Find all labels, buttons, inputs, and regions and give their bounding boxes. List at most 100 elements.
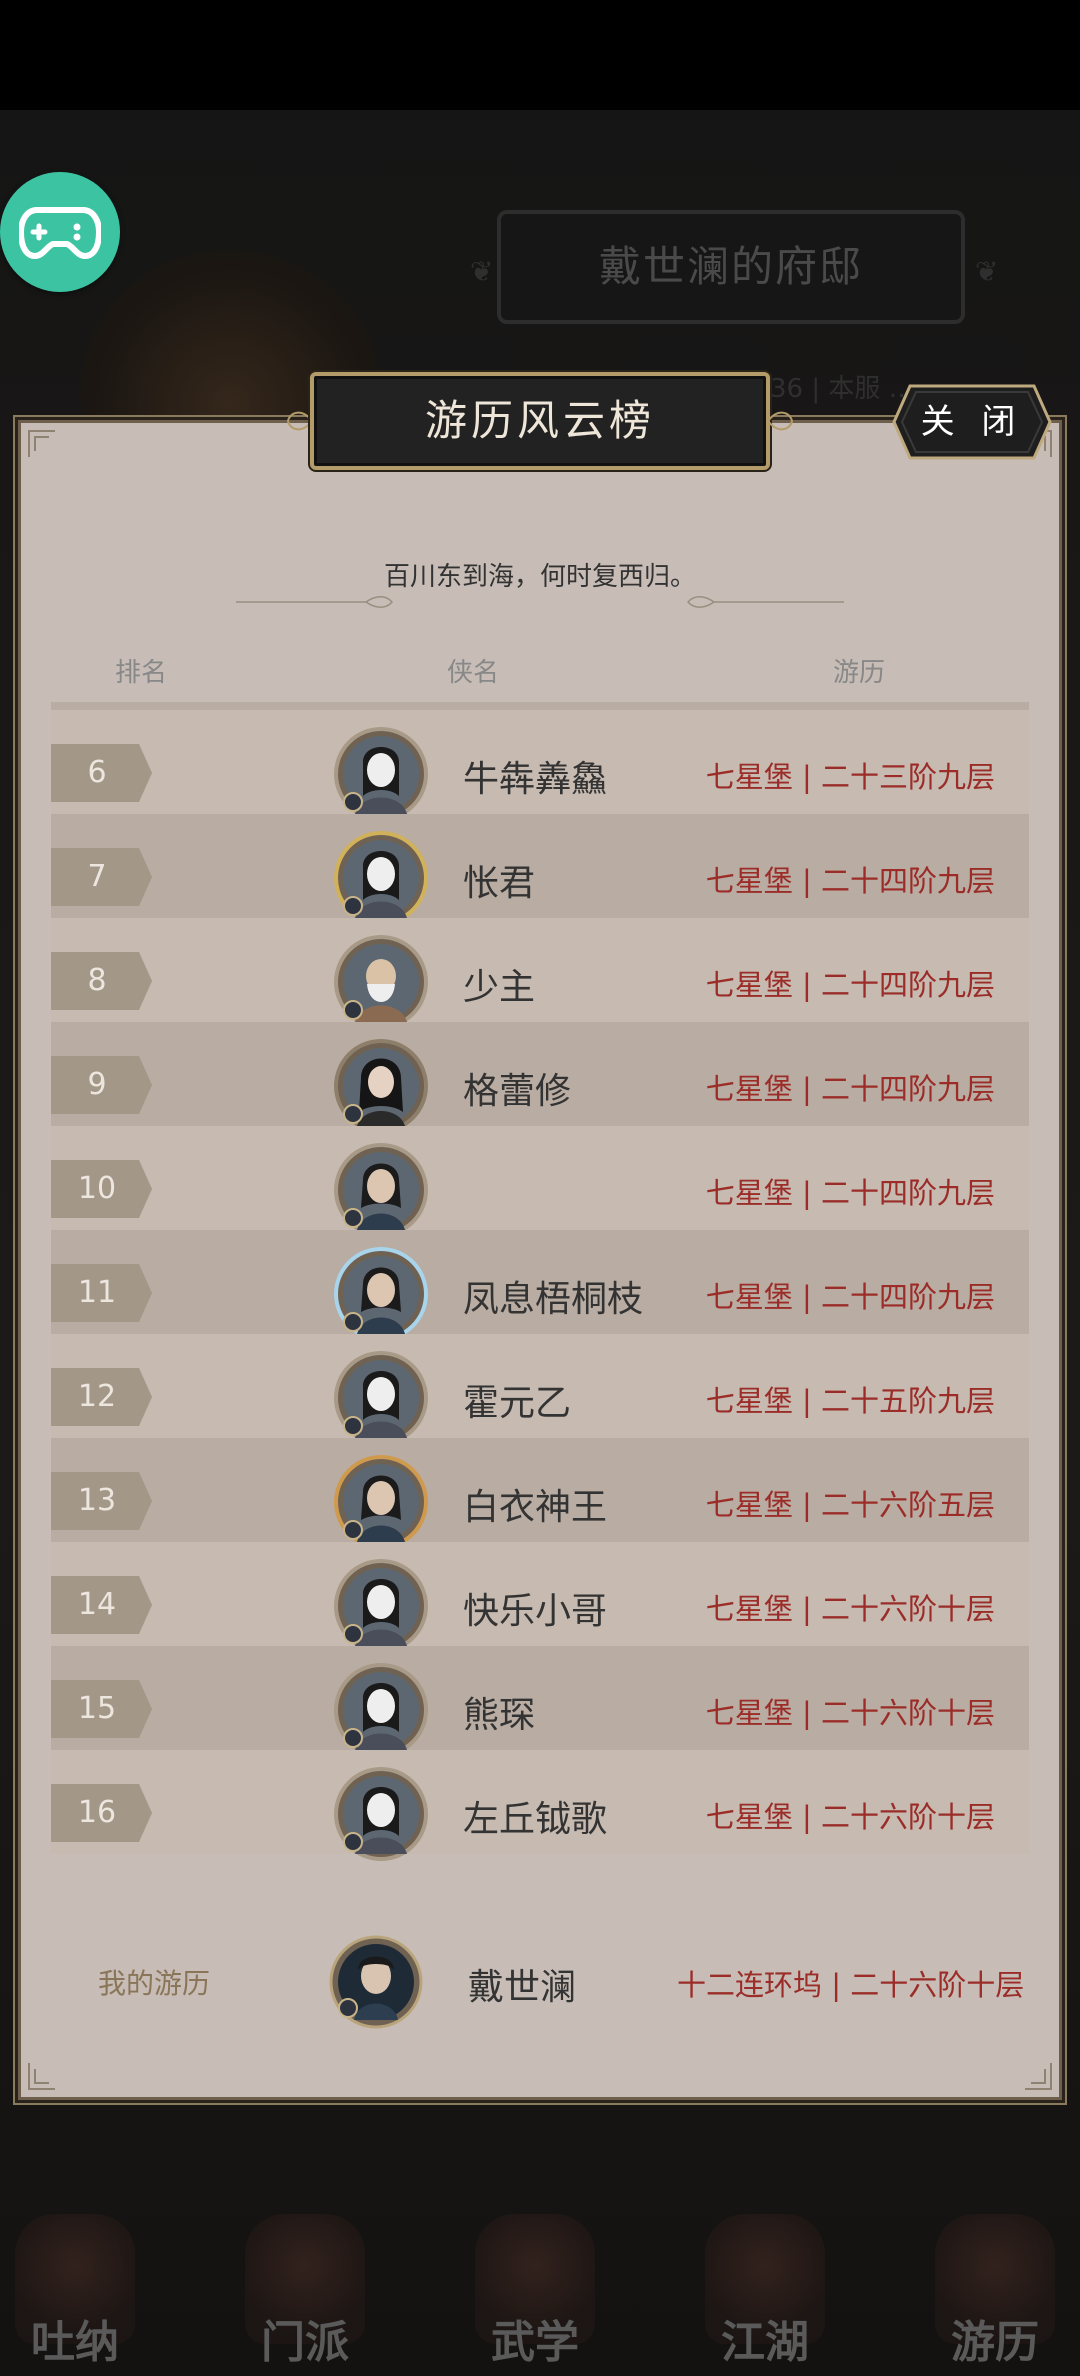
rank-tag: 13 [51, 1472, 152, 1530]
masked-avatar-gold-frame-icon[interactable] [333, 830, 429, 926]
rank-number: 10 [77, 1171, 117, 1206]
player-name: 凤息梧桐枝 [463, 1279, 644, 1320]
close-button-label: 关 闭 [920, 402, 1024, 442]
player-name: 格蕾修 [463, 1071, 572, 1112]
swordsman-ice-frame-avatar-icon[interactable] [333, 1246, 429, 1342]
masked-avatar-icon[interactable] [333, 726, 429, 822]
nav-label: 吐纳 [31, 2317, 119, 2368]
player-name: 快乐小哥 [463, 1591, 608, 1632]
close-button[interactable]: 关 闭 [892, 382, 1052, 462]
travel-progress: 七星堡 | 二十四阶九层 [705, 968, 995, 1002]
divider-ornament-right-icon [687, 596, 844, 608]
player-name: 怅君 [463, 863, 536, 904]
nav-label: 游历 [951, 2317, 1039, 2368]
rank-number: 16 [77, 1795, 117, 1830]
swordsman-avatar-icon[interactable] [333, 1142, 429, 1238]
nav-item-martial[interactable]: 武学 [460, 2196, 610, 2376]
masked-avatar-icon[interactable] [333, 1350, 429, 1446]
rank-tag: 11 [51, 1264, 152, 1322]
my-travel-label: 我的游历 [98, 1967, 211, 2000]
rank-tag: 7 [51, 848, 152, 906]
rank-number: 15 [77, 1691, 117, 1726]
corner-ornament-icon [1021, 2059, 1055, 2093]
player-name: 少主 [463, 967, 536, 1008]
table-row[interactable]: 6 牛犇羴鱻 七星堡 | 二十三阶九层 [51, 710, 1029, 821]
table-row-partial [51, 702, 1029, 710]
title-wing-right-icon: ❦ [975, 255, 999, 288]
my-name: 戴世澜 [468, 1967, 577, 2008]
nav-item-travel[interactable]: 游历 [920, 2196, 1070, 2376]
masked-avatar-icon[interactable] [333, 1766, 429, 1862]
gamepad-icon [19, 207, 101, 259]
old-man-avatar-icon[interactable] [333, 934, 429, 1030]
table-row[interactable]: 8 少主 七星堡 | 二十四阶九层 [51, 918, 1029, 1029]
table-row[interactable]: 15 熊琛 七星堡 | 二十六阶十层 [51, 1646, 1029, 1757]
nav-item-tuna[interactable]: 吐纳 [0, 2196, 150, 2376]
my-travel-progress: 十二连环坞 | 二十六阶十层 [677, 1968, 1025, 2002]
nav-label: 门派 [261, 2317, 349, 2368]
travel-progress: 七星堡 | 二十五阶九层 [705, 1384, 995, 1418]
player-name: 霍元乙 [463, 1383, 572, 1424]
table-row[interactable]: 11 凤息梧桐枝 七星堡 | 二十四阶九层 [51, 1230, 1029, 1341]
rank-tag: 16 [51, 1784, 152, 1842]
modal-title: 游历风云榜 [424, 396, 655, 445]
table-row[interactable]: 16 左丘钺歌 七星堡 | 二十六阶十层 [51, 1750, 1029, 1861]
travel-progress: 七星堡 | 二十四阶九层 [705, 1176, 995, 1210]
masked-avatar-icon[interactable] [333, 1558, 429, 1654]
gamepad-button[interactable] [0, 172, 120, 292]
table-row[interactable]: 10 七星堡 | 二十四阶九层 [51, 1126, 1029, 1237]
table-row[interactable]: 12 霍元乙 七星堡 | 二十五阶九层 [51, 1334, 1029, 1445]
nav-item-sect[interactable]: 门派 [230, 2196, 380, 2376]
nav-label: 武学 [491, 2317, 579, 2368]
rank-number: 11 [77, 1275, 117, 1310]
masked-avatar-icon[interactable] [333, 1662, 429, 1758]
mansion-title: 戴世澜的府邸 [497, 210, 965, 324]
travel-progress: 七星堡 | 二十三阶九层 [705, 760, 995, 794]
header-name: 侠名 [447, 658, 500, 688]
travel-progress: 七星堡 | 二十六阶五层 [705, 1488, 995, 1522]
table-row[interactable]: 13 白衣神王 七星堡 | 二十六阶五层 [51, 1438, 1029, 1549]
female-avatar-icon[interactable] [333, 1038, 429, 1134]
rank-number: 12 [77, 1379, 117, 1414]
travel-progress: 七星堡 | 二十四阶九层 [705, 864, 995, 898]
table-row[interactable]: 7 怅君 七星堡 | 二十四阶九层 [51, 814, 1029, 925]
player-name: 牛犇羴鱻 [463, 759, 608, 800]
table-row[interactable]: 14 快乐小哥 七星堡 | 二十六阶十层 [51, 1542, 1029, 1653]
divider-ornament-left-icon [236, 596, 393, 608]
rank-tag: 9 [51, 1056, 152, 1114]
header-travel: 游历 [833, 658, 886, 688]
rank-number: 13 [77, 1483, 117, 1518]
travel-progress: 七星堡 | 二十六阶十层 [705, 1696, 995, 1730]
rank-number: 8 [87, 963, 107, 998]
rank-number: 7 [87, 859, 107, 894]
rank-tag: 12 [51, 1368, 152, 1426]
player-name: 左丘钺歌 [463, 1799, 608, 1840]
rank-tag: 10 [51, 1160, 152, 1218]
title-ornament-right-icon [766, 411, 794, 431]
corner-ornament-icon [25, 427, 59, 461]
my-avatar-icon[interactable] [328, 1934, 424, 2030]
travel-progress: 七星堡 | 二十六阶十层 [705, 1592, 995, 1626]
rank-tag: 6 [51, 744, 152, 802]
rank-tag: 15 [51, 1680, 152, 1738]
player-name: 熊琛 [463, 1695, 536, 1736]
table-row[interactable]: 9 格蕾修 七星堡 | 二十四阶九层 [51, 1022, 1029, 1133]
rank-tag: 14 [51, 1576, 152, 1634]
ranking-list[interactable]: 6 牛犇羴鱻 七星堡 | 二十三阶九层 7 怅君 七星堡 | 二十四阶九层 8 少主 七星堡 |… [51, 702, 1029, 1876]
travel-progress: 七星堡 | 二十四阶九层 [705, 1280, 995, 1314]
player-name: 白衣神王 [463, 1487, 608, 1528]
my-travel-row: 我的游历 戴世澜 十二连环坞 | 二十六阶十层 [18, 1928, 1062, 2058]
rank-number: 14 [77, 1587, 117, 1622]
corner-ornament-icon [25, 2059, 59, 2093]
nav-label: 江湖 [721, 2317, 809, 2368]
swordsman-gold-frame-avatar-icon[interactable] [333, 1454, 429, 1550]
travel-progress: 七星堡 | 二十六阶十层 [705, 1800, 995, 1834]
rank-number: 9 [87, 1067, 107, 1102]
bottom-nav: 吐纳 门派 武学 江湖 游历 [0, 2196, 1080, 2376]
travel-progress: 七星堡 | 二十四阶九层 [705, 1072, 995, 1106]
nav-item-jianghu[interactable]: 江湖 [690, 2196, 840, 2376]
rank-tag: 8 [51, 952, 152, 1010]
rank-number: 6 [87, 755, 107, 790]
header-rank: 排名 [115, 658, 168, 688]
modal-subtitle: 百川东到海，何时复西归。 [383, 562, 696, 592]
